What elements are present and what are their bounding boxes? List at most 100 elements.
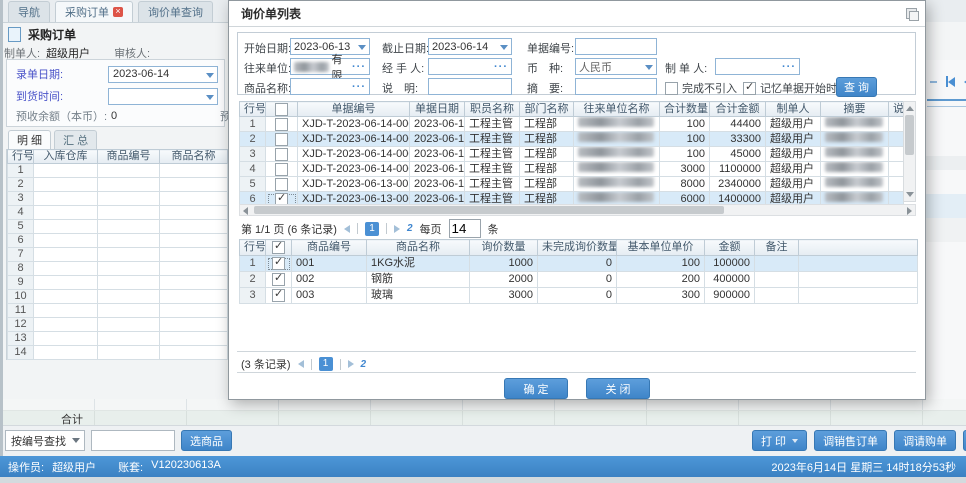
checkbox-icon[interactable] [275, 163, 288, 176]
print-button[interactable]: 打 印 [752, 430, 807, 451]
product-name-cell[interactable] [160, 206, 228, 220]
warehouse-cell[interactable] [34, 234, 98, 248]
scrollbar-thumb[interactable] [905, 115, 914, 155]
product-name-cell[interactable] [160, 178, 228, 192]
inquiry-doc-row-1[interactable]: 2 XJD-T-2023-06-14-0003 2023-06-14 工程主管 … [240, 132, 904, 147]
grid-row-12[interactable]: 13 [8, 332, 228, 346]
grid-row-5[interactable]: 6 [8, 234, 228, 248]
note-input[interactable] [428, 78, 512, 95]
maker-filter-input[interactable]: ··· [715, 58, 800, 75]
scroll-left-icon[interactable] [243, 207, 248, 215]
product-code-cell[interactable] [98, 206, 160, 220]
grid-row-1[interactable]: 2 [8, 178, 228, 192]
grid-row-0[interactable]: 1 [8, 164, 228, 178]
load-requisition-button[interactable]: 调请购单 [894, 430, 956, 451]
refresh-icon[interactable]: 2 [407, 223, 413, 234]
warehouse-cell[interactable] [34, 290, 98, 304]
product-code-cell[interactable] [98, 164, 160, 178]
grid-row-7[interactable]: 8 [8, 262, 228, 276]
grid-row-11[interactable]: 12 [8, 318, 228, 332]
doc-no-input[interactable] [575, 38, 657, 55]
scroll-down-icon[interactable] [906, 192, 914, 197]
grid-row-3[interactable]: 4 [8, 206, 228, 220]
partner-input[interactable]: 有限 ··· [290, 58, 370, 75]
prev-page-icon[interactable] [298, 360, 304, 368]
start-date-combobox[interactable]: 2023-06-13 [290, 38, 370, 55]
warehouse-cell[interactable] [34, 206, 98, 220]
checkbox-icon[interactable] [272, 241, 285, 254]
inquiry-doc-row-3[interactable]: 4 XJD-T-2023-06-14-0001 2023-06-14 工程主管 … [240, 162, 904, 177]
checkbox-icon[interactable] [275, 133, 288, 146]
row-select-cell[interactable] [266, 132, 298, 147]
checkbox-icon[interactable] [275, 103, 288, 116]
product-code-cell[interactable] [98, 234, 160, 248]
product-code-cell[interactable] [98, 304, 160, 318]
row-select-cell[interactable] [266, 288, 292, 304]
tab-navigation[interactable]: 导航 [8, 1, 50, 22]
row-select-cell[interactable] [266, 147, 298, 162]
end-date-combobox[interactable]: 2023-06-14 [428, 38, 512, 55]
product-code-cell[interactable] [98, 290, 160, 304]
tab-inquiry-query[interactable]: 询价单查询 [138, 1, 213, 22]
checkbox-icon[interactable] [665, 82, 678, 95]
warehouse-cell[interactable] [34, 164, 98, 178]
inquiry-item-row-1[interactable]: 2 002 钢筋 2000 0 200 400000 [240, 272, 918, 288]
product-name-cell[interactable] [160, 276, 228, 290]
product-code-cell[interactable] [98, 262, 160, 276]
lookup-ellipsis-icon[interactable]: ··· [494, 63, 508, 71]
checkbox-icon[interactable] [743, 82, 756, 95]
checkbox-icon[interactable] [275, 118, 288, 131]
load-sales-order-button[interactable]: 调销售订单 [814, 430, 887, 451]
product-code-cell[interactable] [98, 276, 160, 290]
product-name-cell[interactable] [160, 318, 228, 332]
currency-combobox[interactable]: 人民币 [575, 58, 657, 75]
summary-filter-input[interactable] [575, 78, 657, 95]
grid-row-2[interactable]: 3 [8, 192, 228, 206]
col-select-all[interactable] [266, 240, 292, 256]
warehouse-cell[interactable] [34, 220, 98, 234]
row-select-cell[interactable] [266, 117, 298, 132]
scroll-up-icon[interactable] [906, 106, 914, 111]
grid-row-8[interactable]: 9 [8, 276, 228, 290]
find-input[interactable] [91, 430, 175, 451]
horizontal-scrollbar[interactable] [239, 204, 916, 216]
current-page-button[interactable]: 1 [365, 222, 379, 236]
warehouse-cell[interactable] [34, 178, 98, 192]
remember-start-date-checkbox[interactable]: 记忆单据开始时间 [743, 80, 848, 96]
inquiry-item-row-0[interactable]: 1 001 1KG水泥 1000 0 100 100000 [240, 256, 918, 272]
vertical-scrollbar[interactable] [903, 101, 916, 202]
close-tab-icon[interactable]: × [113, 7, 123, 17]
grid-row-13[interactable]: 14 [8, 346, 228, 360]
inquiry-doc-row-2[interactable]: 3 XJD-T-2023-06-14-0002 2023-06-14 工程主管 … [240, 147, 904, 162]
product-code-cell[interactable] [98, 346, 160, 360]
product-code-cell[interactable] [98, 178, 160, 192]
checkbox-icon[interactable] [272, 257, 285, 270]
product-code-cell[interactable] [98, 318, 160, 332]
checkbox-icon[interactable] [272, 289, 285, 302]
row-select-cell[interactable] [266, 162, 298, 177]
warehouse-cell[interactable] [34, 276, 98, 290]
select-product-button[interactable]: 选商品 [181, 430, 232, 451]
find-mode-dropdown[interactable]: 按编号查找 [5, 430, 85, 451]
warehouse-cell[interactable] [34, 304, 98, 318]
product-name-cell[interactable] [160, 220, 228, 234]
row-select-cell[interactable] [266, 256, 292, 272]
warehouse-cell[interactable] [34, 248, 98, 262]
col-select-all[interactable] [266, 102, 298, 117]
warehouse-cell[interactable] [34, 318, 98, 332]
row-select-cell[interactable] [266, 177, 298, 192]
product-name-cell[interactable] [160, 234, 228, 248]
product-name-cell[interactable] [160, 262, 228, 276]
checkbox-icon[interactable] [272, 273, 285, 286]
scrollbar-thumb[interactable] [254, 206, 724, 214]
restore-icon[interactable] [906, 8, 917, 19]
row-select-cell[interactable] [266, 272, 292, 288]
product-name-cell[interactable] [160, 248, 228, 262]
product-name-cell[interactable] [160, 346, 228, 360]
handler-input[interactable]: ··· [428, 58, 512, 75]
product-name-cell[interactable] [160, 192, 228, 206]
product-name-cell[interactable] [160, 290, 228, 304]
query-button[interactable]: 查 询 [836, 77, 877, 97]
current-page-button[interactable]: 1 [319, 357, 333, 371]
product-code-cell[interactable] [98, 220, 160, 234]
